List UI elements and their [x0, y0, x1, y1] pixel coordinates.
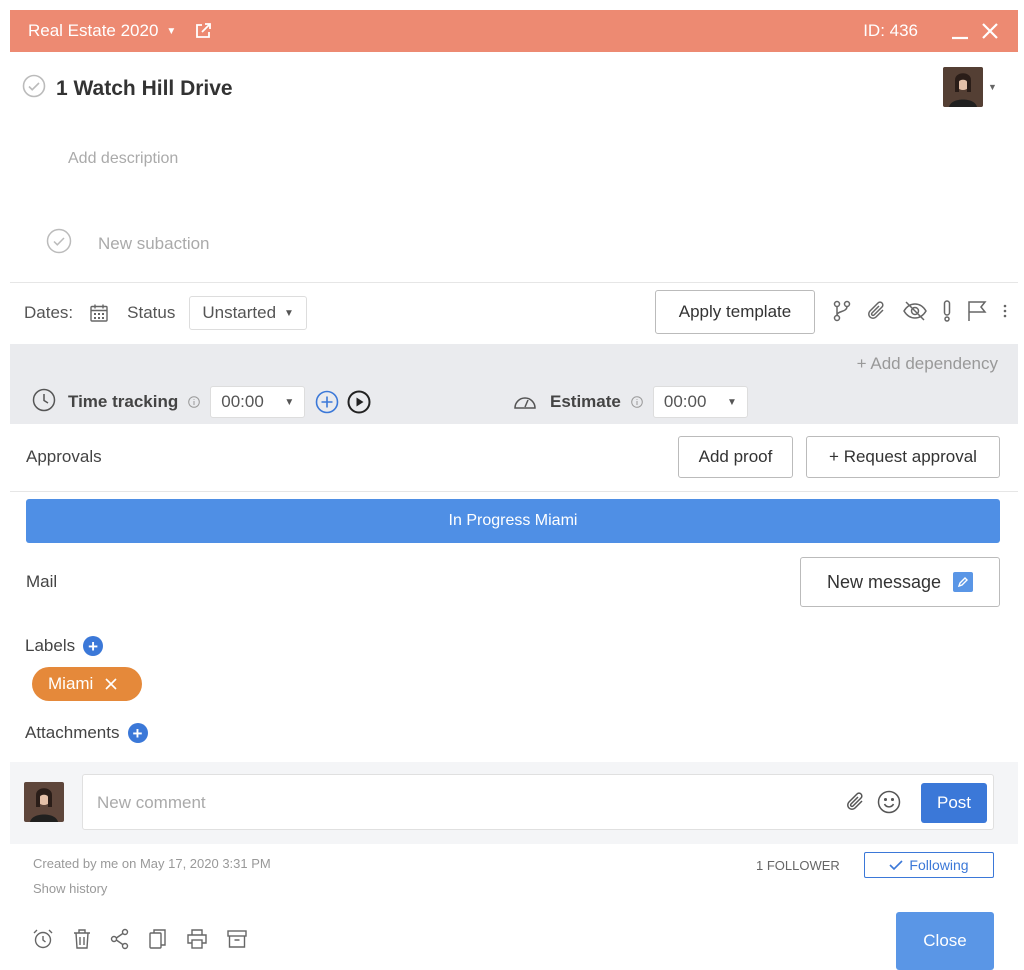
project-title[interactable]: Real Estate 2020 — [28, 21, 158, 41]
estimate-value: 00:00 — [663, 392, 707, 411]
new-message-label: New message — [826, 571, 942, 592]
add-dependency-link[interactable]: + Add dependency — [857, 354, 998, 374]
attachments-row: Attachments + — [25, 723, 148, 743]
estimate-label: Estimate — [550, 392, 621, 411]
approvals-label: Approvals — [26, 447, 102, 466]
mail-label: Mail — [26, 572, 58, 591]
following-button[interactable]: Following — [864, 852, 994, 878]
print-icon[interactable] — [186, 928, 208, 955]
dates-label: Dates: — [24, 303, 74, 322]
estimate-row: Estimate 00:00 ▼ — [512, 386, 748, 418]
add-label-icon[interactable]: + — [83, 636, 104, 656]
archive-icon[interactable] — [226, 928, 248, 955]
task-actions — [32, 928, 248, 955]
paperclip-icon[interactable] — [866, 300, 888, 327]
post-button[interactable]: Post — [921, 783, 987, 823]
labels-row: Labels + — [25, 636, 104, 656]
request-approval-button[interactable]: + Request approval — [806, 436, 1000, 478]
close-icon[interactable] — [980, 21, 1000, 41]
new-subaction[interactable]: New subaction — [46, 228, 210, 259]
assignee-caret-icon[interactable]: ▼ — [988, 82, 997, 92]
labels-label: Labels — [25, 636, 76, 655]
label-chip[interactable]: Miami — [32, 667, 142, 701]
checkmark-icon — [889, 859, 903, 871]
info-icon[interactable] — [188, 396, 201, 408]
check-circle-icon[interactable] — [22, 74, 46, 103]
attachments-label: Attachments — [25, 723, 120, 742]
chevron-down-icon: ▼ — [726, 396, 737, 408]
tracking-panel: + Add dependency Time tracking 00:00 ▼ E… — [10, 344, 1018, 424]
time-tracking-row: Time tracking 00:00 ▼ — [32, 386, 371, 418]
show-history-link[interactable]: Show history — [33, 881, 107, 896]
emoji-icon[interactable] — [877, 790, 901, 814]
follower-count: 1 FOLLOWER — [756, 858, 840, 873]
following-label: Following — [909, 857, 969, 873]
add-attachment-icon[interactable]: + — [127, 723, 148, 743]
task-id: ID: 436 — [863, 21, 918, 40]
remove-label-icon[interactable] — [105, 678, 117, 690]
clock-icon — [32, 388, 56, 417]
time-tracking-value: 00:00 — [221, 392, 264, 411]
exclamation-icon[interactable] — [942, 300, 952, 327]
label-chip-text: Miami — [48, 674, 94, 693]
pencil-icon — [953, 572, 974, 592]
caret-down-icon[interactable]: ▼ — [166, 26, 176, 37]
status-label: Status — [127, 303, 176, 322]
play-timer-icon[interactable] — [347, 390, 371, 414]
paperclip-icon[interactable] — [845, 791, 867, 813]
created-info: Created by me on May 17, 2020 3:31 PM — [33, 856, 271, 871]
toolbar-icons — [832, 300, 1008, 327]
chevron-down-icon: ▼ — [284, 396, 295, 408]
task-title[interactable]: 1 Watch Hill Drive — [56, 77, 233, 101]
time-tracking-label: Time tracking — [68, 392, 179, 411]
task-title-row: 1 Watch Hill Drive — [22, 74, 233, 103]
calendar-icon[interactable] — [89, 303, 109, 323]
flag-icon[interactable] — [966, 300, 988, 327]
minimize-icon[interactable] — [950, 21, 970, 41]
estimate-select[interactable]: 00:00 ▼ — [652, 386, 748, 418]
add-proof-button[interactable]: Add proof — [678, 436, 793, 478]
time-tracking-select[interactable]: 00:00 ▼ — [210, 386, 306, 418]
divider — [10, 282, 1018, 283]
user-avatar — [24, 782, 64, 822]
copy-icon[interactable] — [148, 928, 168, 955]
description-placeholder[interactable]: Add description — [68, 150, 178, 168]
toolbar-row: Dates: Status Unstarted ▼ Apply template — [24, 290, 1007, 336]
branch-icon[interactable] — [832, 300, 852, 327]
share-icon[interactable] — [110, 928, 130, 955]
new-message-button[interactable]: New message — [800, 557, 1000, 607]
alarm-clock-icon[interactable] — [32, 928, 54, 955]
status-value: Unstarted — [202, 303, 277, 322]
comment-input[interactable]: New comment Post — [82, 774, 994, 830]
trash-icon[interactable] — [72, 928, 92, 955]
chevron-down-icon: ▼ — [284, 307, 294, 319]
divider — [10, 491, 1018, 492]
gauge-icon — [512, 388, 538, 417]
eye-off-icon[interactable] — [902, 300, 928, 327]
comment-panel: New comment Post — [10, 762, 1018, 844]
apply-template-button[interactable]: Apply template — [655, 290, 815, 334]
status-select[interactable]: Unstarted ▼ — [189, 296, 307, 330]
add-time-icon[interactable] — [315, 390, 339, 414]
comment-placeholder: New comment — [97, 793, 206, 812]
more-vertical-icon[interactable] — [1002, 302, 1008, 325]
assignee-avatar[interactable] — [943, 67, 983, 107]
info-icon[interactable] — [631, 396, 643, 408]
window-header: Real Estate 2020 ▼ ID: 436 — [10, 10, 1018, 52]
close-button[interactable]: Close — [896, 912, 994, 970]
subaction-check-icon[interactable] — [46, 228, 72, 259]
subaction-placeholder[interactable]: New subaction — [98, 234, 210, 254]
external-link-icon[interactable] — [194, 22, 212, 40]
status-progress-bar[interactable]: In Progress Miami — [26, 499, 1000, 543]
